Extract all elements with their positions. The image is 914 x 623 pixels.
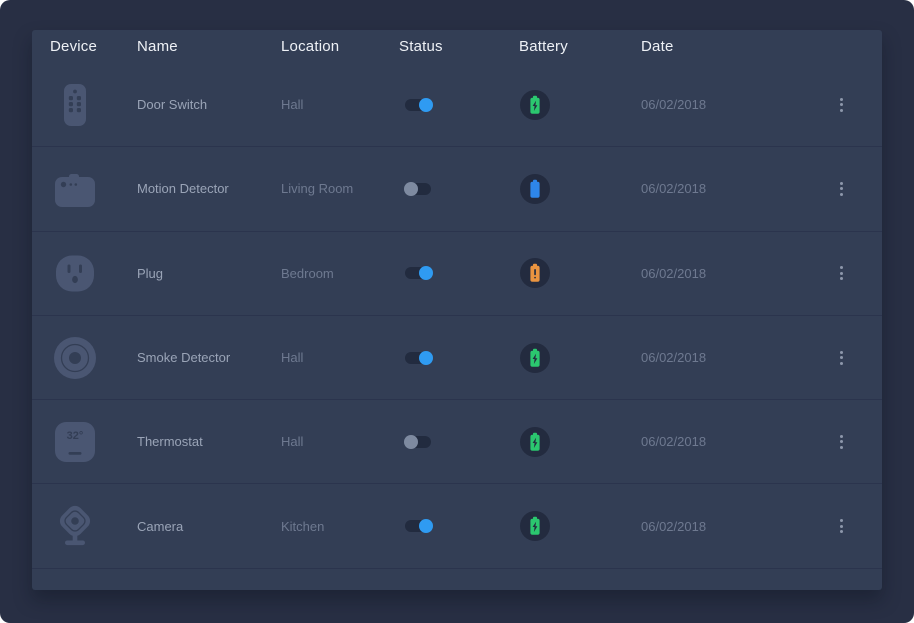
- row-actions-menu-button[interactable]: [837, 431, 846, 453]
- device-location: Hall: [281, 434, 399, 449]
- row-actions-menu-button[interactable]: [837, 94, 846, 116]
- kebab-dot: [840, 519, 843, 522]
- battery-status-badge: [520, 90, 550, 120]
- battery-status-badge: [520, 511, 550, 541]
- table-row: Motion Detector Living Room 06/02/20: [32, 147, 882, 231]
- toggle-knob: [419, 351, 433, 365]
- kebab-dot: [840, 446, 843, 449]
- thermostat-icon: 32°: [52, 419, 98, 465]
- battery-icon: [520, 511, 550, 541]
- device-name: Smoke Detector: [137, 350, 281, 365]
- kebab-dot: [840, 187, 843, 190]
- device-icon-cell: [50, 250, 137, 296]
- device-date: 06/02/2018: [641, 266, 811, 281]
- kebab-dot: [840, 193, 843, 196]
- toggle-knob: [404, 435, 418, 449]
- row-actions-menu-button[interactable]: [837, 262, 846, 284]
- row-actions-menu-button[interactable]: [837, 178, 846, 200]
- device-name: Plug: [137, 266, 281, 281]
- status-toggle[interactable]: [405, 183, 431, 195]
- kebab-dot: [840, 525, 843, 528]
- svg-text:32°: 32°: [67, 430, 84, 442]
- row-actions-menu-button[interactable]: [837, 515, 846, 537]
- column-header-name: Name: [137, 38, 281, 55]
- device-location: Hall: [281, 97, 399, 112]
- device-icon-cell: [50, 335, 137, 381]
- battery-icon: [520, 174, 550, 204]
- column-header-device: Device: [50, 38, 137, 55]
- battery-status-badge: [520, 258, 550, 288]
- kebab-dot: [840, 277, 843, 280]
- status-toggle[interactable]: [405, 436, 431, 448]
- table-body: Door Switch Hall 06/02/2018: [32, 63, 882, 569]
- remote-icon: [52, 82, 98, 128]
- column-header-battery: Battery: [519, 38, 641, 55]
- device-name: Thermostat: [137, 434, 281, 449]
- table-row: Door Switch Hall 06/02/2018: [32, 63, 882, 147]
- device-date: 06/02/2018: [641, 97, 811, 112]
- column-header-date: Date: [641, 38, 811, 55]
- table-row: Smoke Detector Hall 06/02/2018: [32, 316, 882, 400]
- kebab-dot: [840, 182, 843, 185]
- toggle-knob: [404, 182, 418, 196]
- kebab-dot: [840, 435, 843, 438]
- status-toggle[interactable]: [405, 352, 431, 364]
- device-location: Bedroom: [281, 266, 399, 281]
- device-name: Camera: [137, 519, 281, 534]
- device-name: Door Switch: [137, 97, 281, 112]
- kebab-dot: [840, 266, 843, 269]
- device-date: 06/02/2018: [641, 519, 811, 534]
- app-window: Device Name Location Status Battery Date…: [0, 0, 914, 623]
- device-location: Kitchen: [281, 519, 399, 534]
- battery-status-badge: [520, 427, 550, 457]
- kebab-dot: [840, 272, 843, 275]
- table-header: Device Name Location Status Battery Date: [32, 30, 882, 63]
- table-row: 32° Thermostat Hall 06/0: [32, 400, 882, 484]
- battery-icon: [520, 90, 550, 120]
- row-actions-menu-button[interactable]: [837, 347, 846, 369]
- kebab-dot: [840, 440, 843, 443]
- device-icon-cell: [50, 503, 137, 549]
- device-name: Motion Detector: [137, 181, 281, 196]
- toggle-knob: [419, 266, 433, 280]
- device-date: 06/02/2018: [641, 350, 811, 365]
- device-icon-cell: 32°: [50, 419, 137, 465]
- motion-detector-icon: [52, 166, 98, 212]
- kebab-dot: [840, 109, 843, 112]
- device-date: 06/02/2018: [641, 181, 811, 196]
- device-table-card: Device Name Location Status Battery Date…: [32, 30, 882, 590]
- camera-icon: [52, 503, 98, 549]
- kebab-dot: [840, 530, 843, 533]
- table-row: Camera Kitchen 06/02/2018: [32, 484, 882, 568]
- kebab-dot: [840, 103, 843, 106]
- device-date: 06/02/2018: [641, 434, 811, 449]
- kebab-dot: [840, 356, 843, 359]
- column-header-status: Status: [399, 38, 519, 55]
- table-row: Plug Bedroom 06/02/2018: [32, 232, 882, 316]
- battery-status-badge: [520, 174, 550, 204]
- battery-icon: [520, 343, 550, 373]
- device-location: Hall: [281, 350, 399, 365]
- toggle-knob: [419, 98, 433, 112]
- plug-icon: [52, 250, 98, 296]
- device-icon-cell: [50, 166, 137, 212]
- kebab-dot: [840, 98, 843, 101]
- status-toggle[interactable]: [405, 520, 431, 532]
- column-header-location: Location: [281, 38, 399, 55]
- toggle-knob: [419, 519, 433, 533]
- device-location: Living Room: [281, 181, 399, 196]
- kebab-dot: [840, 362, 843, 365]
- smoke-detector-icon: [52, 335, 98, 381]
- kebab-dot: [840, 351, 843, 354]
- battery-status-badge: [520, 343, 550, 373]
- device-icon-cell: [50, 82, 137, 128]
- status-toggle[interactable]: [405, 99, 431, 111]
- battery-icon: [520, 258, 550, 288]
- status-toggle[interactable]: [405, 267, 431, 279]
- battery-icon: [520, 427, 550, 457]
